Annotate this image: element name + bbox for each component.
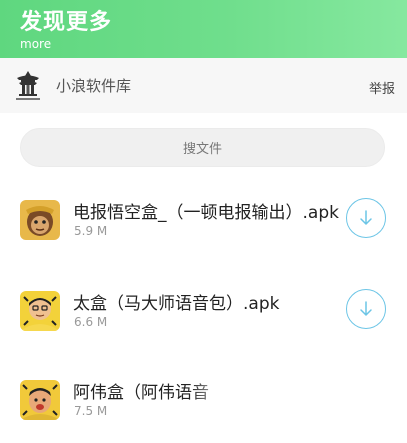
temple-logo-icon xyxy=(13,70,43,102)
file-name: 电报悟空盒_（一顿电报输出）.apk xyxy=(73,203,339,223)
header-banner: 发现更多 more xyxy=(0,0,407,58)
loading-fade-overlay xyxy=(190,374,280,410)
file-size: 6.6 M xyxy=(74,315,108,329)
search-placeholder: 搜文件 xyxy=(182,142,222,157)
file-size: 5.9 M xyxy=(74,224,108,238)
source-name: 小浪软件库 xyxy=(56,77,132,95)
page-title: 发现更多 xyxy=(20,10,113,35)
monkey-king-thumb-icon xyxy=(20,200,60,240)
page-subtitle: more xyxy=(20,37,52,51)
file-list-item[interactable]: 阿伟盒（阿伟语音 7.5 M xyxy=(0,374,407,443)
file-size: 7.5 M xyxy=(74,404,108,418)
file-name: 太盒（马大师语音包）.apk xyxy=(73,294,280,314)
master-ma-thumb-icon xyxy=(20,291,60,331)
file-name: 阿伟盒（阿伟语音 xyxy=(73,383,209,403)
download-button[interactable] xyxy=(346,198,386,238)
file-list-item[interactable]: 电报悟空盒_（一顿电报输出）.apk 5.9 M xyxy=(0,198,407,270)
download-arrow-icon xyxy=(360,301,372,316)
source-bar: 小浪软件库 举报 xyxy=(0,58,407,113)
search-input[interactable]: 搜文件 xyxy=(20,128,385,167)
download-button[interactable] xyxy=(346,289,386,329)
download-arrow-icon xyxy=(360,210,372,225)
report-button[interactable]: 举报 xyxy=(369,78,395,97)
a-wei-thumb-icon xyxy=(20,380,60,420)
file-list-item[interactable]: 太盒（马大师语音包）.apk 6.6 M xyxy=(0,289,407,361)
